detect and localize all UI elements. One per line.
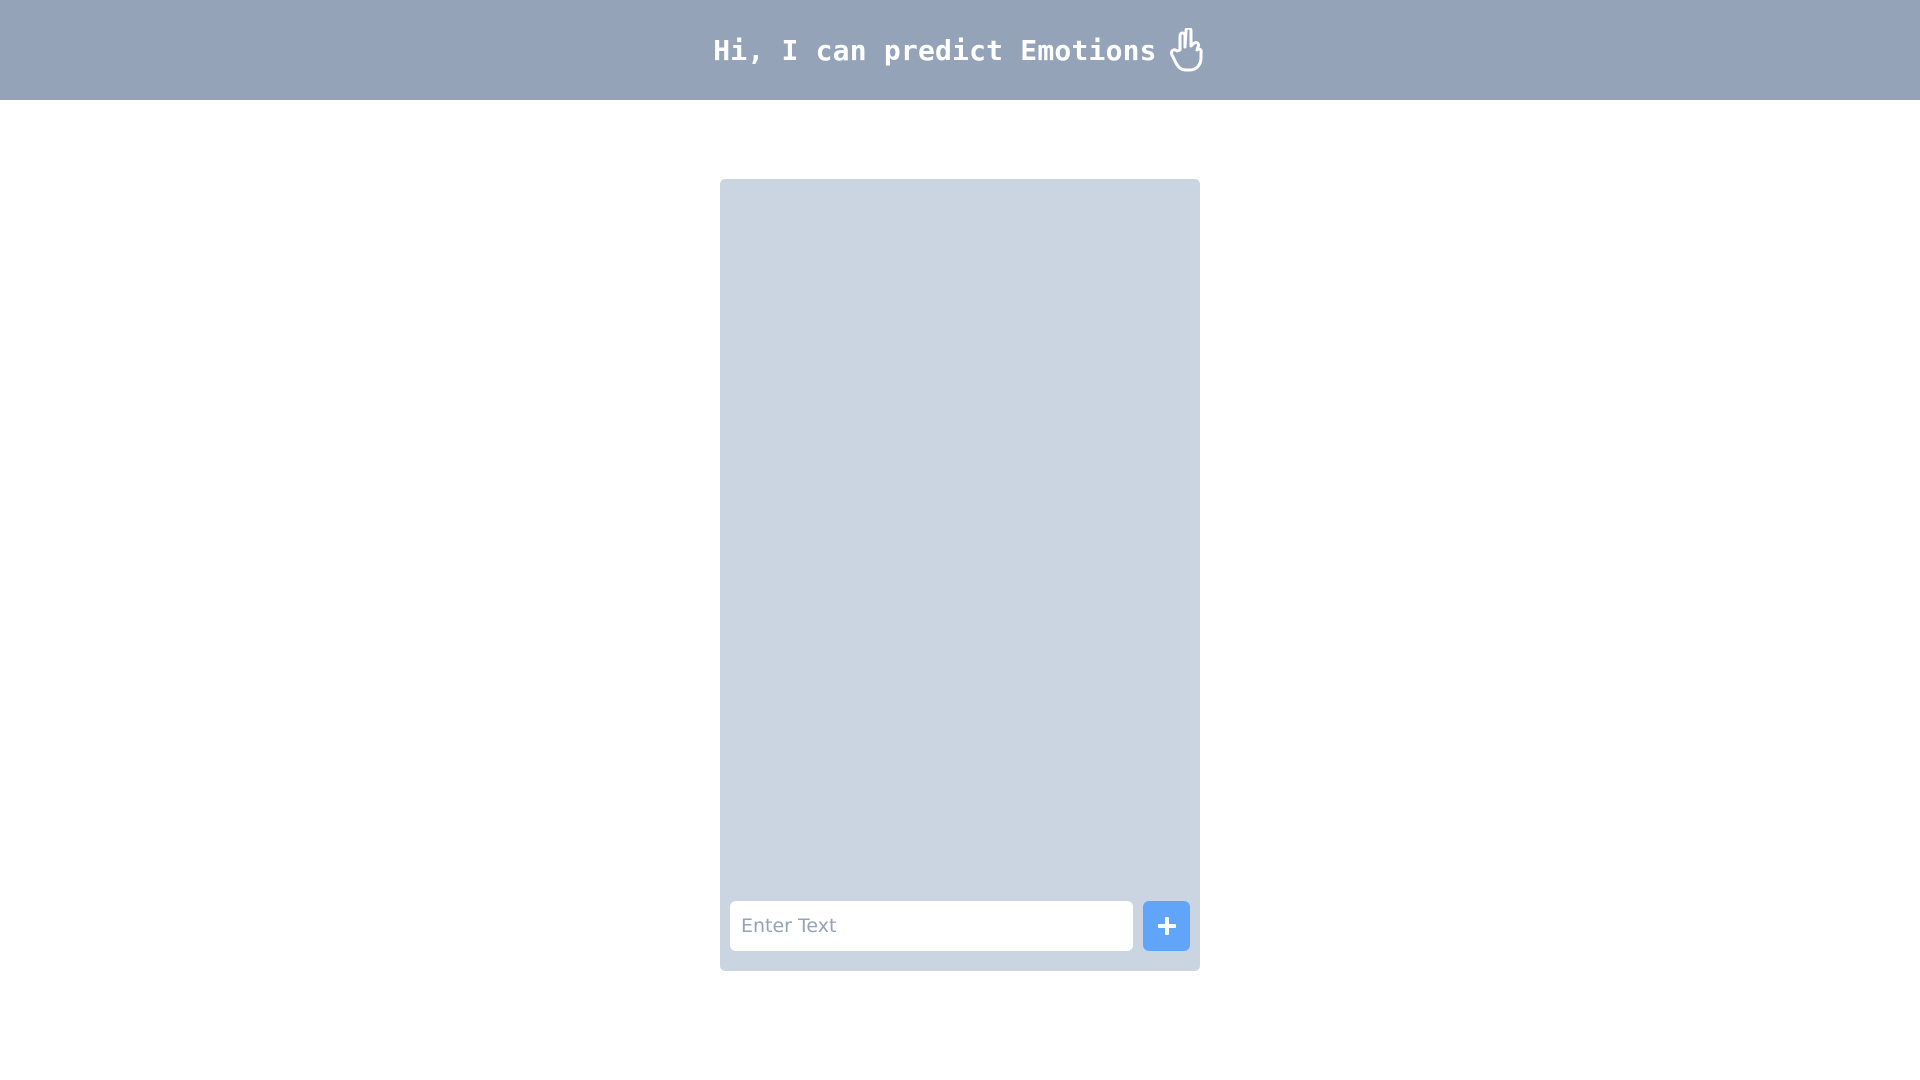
chat-panel	[720, 179, 1200, 971]
add-button[interactable]	[1143, 901, 1190, 951]
hand-pointing-icon	[1169, 28, 1203, 72]
plus-icon	[1157, 917, 1176, 935]
page-title: Hi, I can predict Emotions	[713, 33, 1157, 67]
input-row	[730, 901, 1190, 951]
app-header: Hi, I can predict Emotions	[0, 0, 1920, 100]
text-input[interactable]	[730, 901, 1133, 951]
header-title-group: Hi, I can predict Emotions	[713, 28, 1207, 72]
